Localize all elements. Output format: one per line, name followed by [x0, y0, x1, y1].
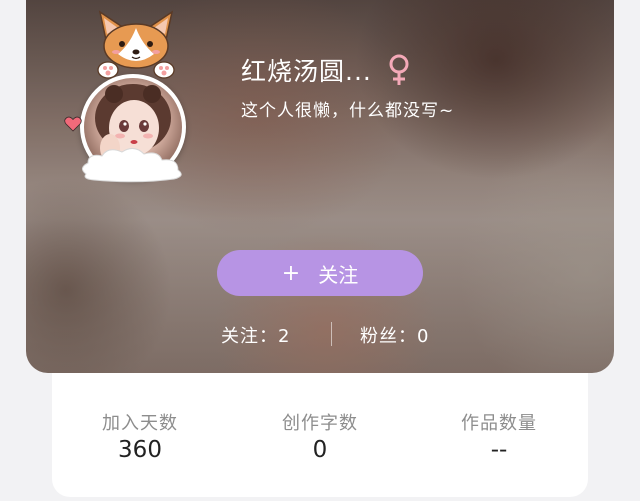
stat-divider [331, 322, 332, 346]
following-label: 关注： [221, 326, 278, 347]
avatar-frame[interactable] [64, 8, 204, 186]
join-days-stat: 加入天数 360 [70, 409, 210, 463]
follow-button-label: 关注 [318, 262, 359, 287]
follow-button[interactable]: + 关注 [217, 250, 423, 296]
works-count-stat: 作品数量 -- [429, 409, 569, 463]
bio-text: 这个人很懒，什么都没写~ [241, 101, 455, 121]
word-count-stat: 创作字数 0 [250, 409, 390, 463]
works-count-label: 作品数量 [461, 413, 537, 434]
profile-page: 红烧汤圆... 这个人很懒，什么都没写~ + 关注 关注：2 粉丝：0 加入天数… [0, 0, 640, 501]
username-row: 红烧汤圆... [241, 52, 412, 88]
info-stats-card: 加入天数 360 创作字数 0 作品数量 -- [52, 373, 588, 497]
heart-icon [64, 116, 82, 132]
fans-count: 0 [417, 326, 430, 347]
corgi-icon [97, 10, 175, 79]
following-count: 2 [278, 326, 291, 347]
word-count-label: 创作字数 [282, 413, 358, 434]
following-stat[interactable]: 关注：2 [221, 322, 290, 348]
fans-label: 粉丝： [360, 326, 417, 347]
join-days-label: 加入天数 [102, 413, 178, 434]
join-days-value: 360 [118, 437, 162, 463]
word-count-value: 0 [312, 437, 328, 463]
cloud-decoration [82, 148, 182, 183]
works-count-value: -- [490, 437, 508, 463]
plus-icon: + [281, 260, 301, 286]
username: 红烧汤圆... [241, 57, 372, 86]
female-symbol-icon [389, 54, 409, 85]
fans-stat[interactable]: 粉丝：0 [360, 322, 429, 348]
